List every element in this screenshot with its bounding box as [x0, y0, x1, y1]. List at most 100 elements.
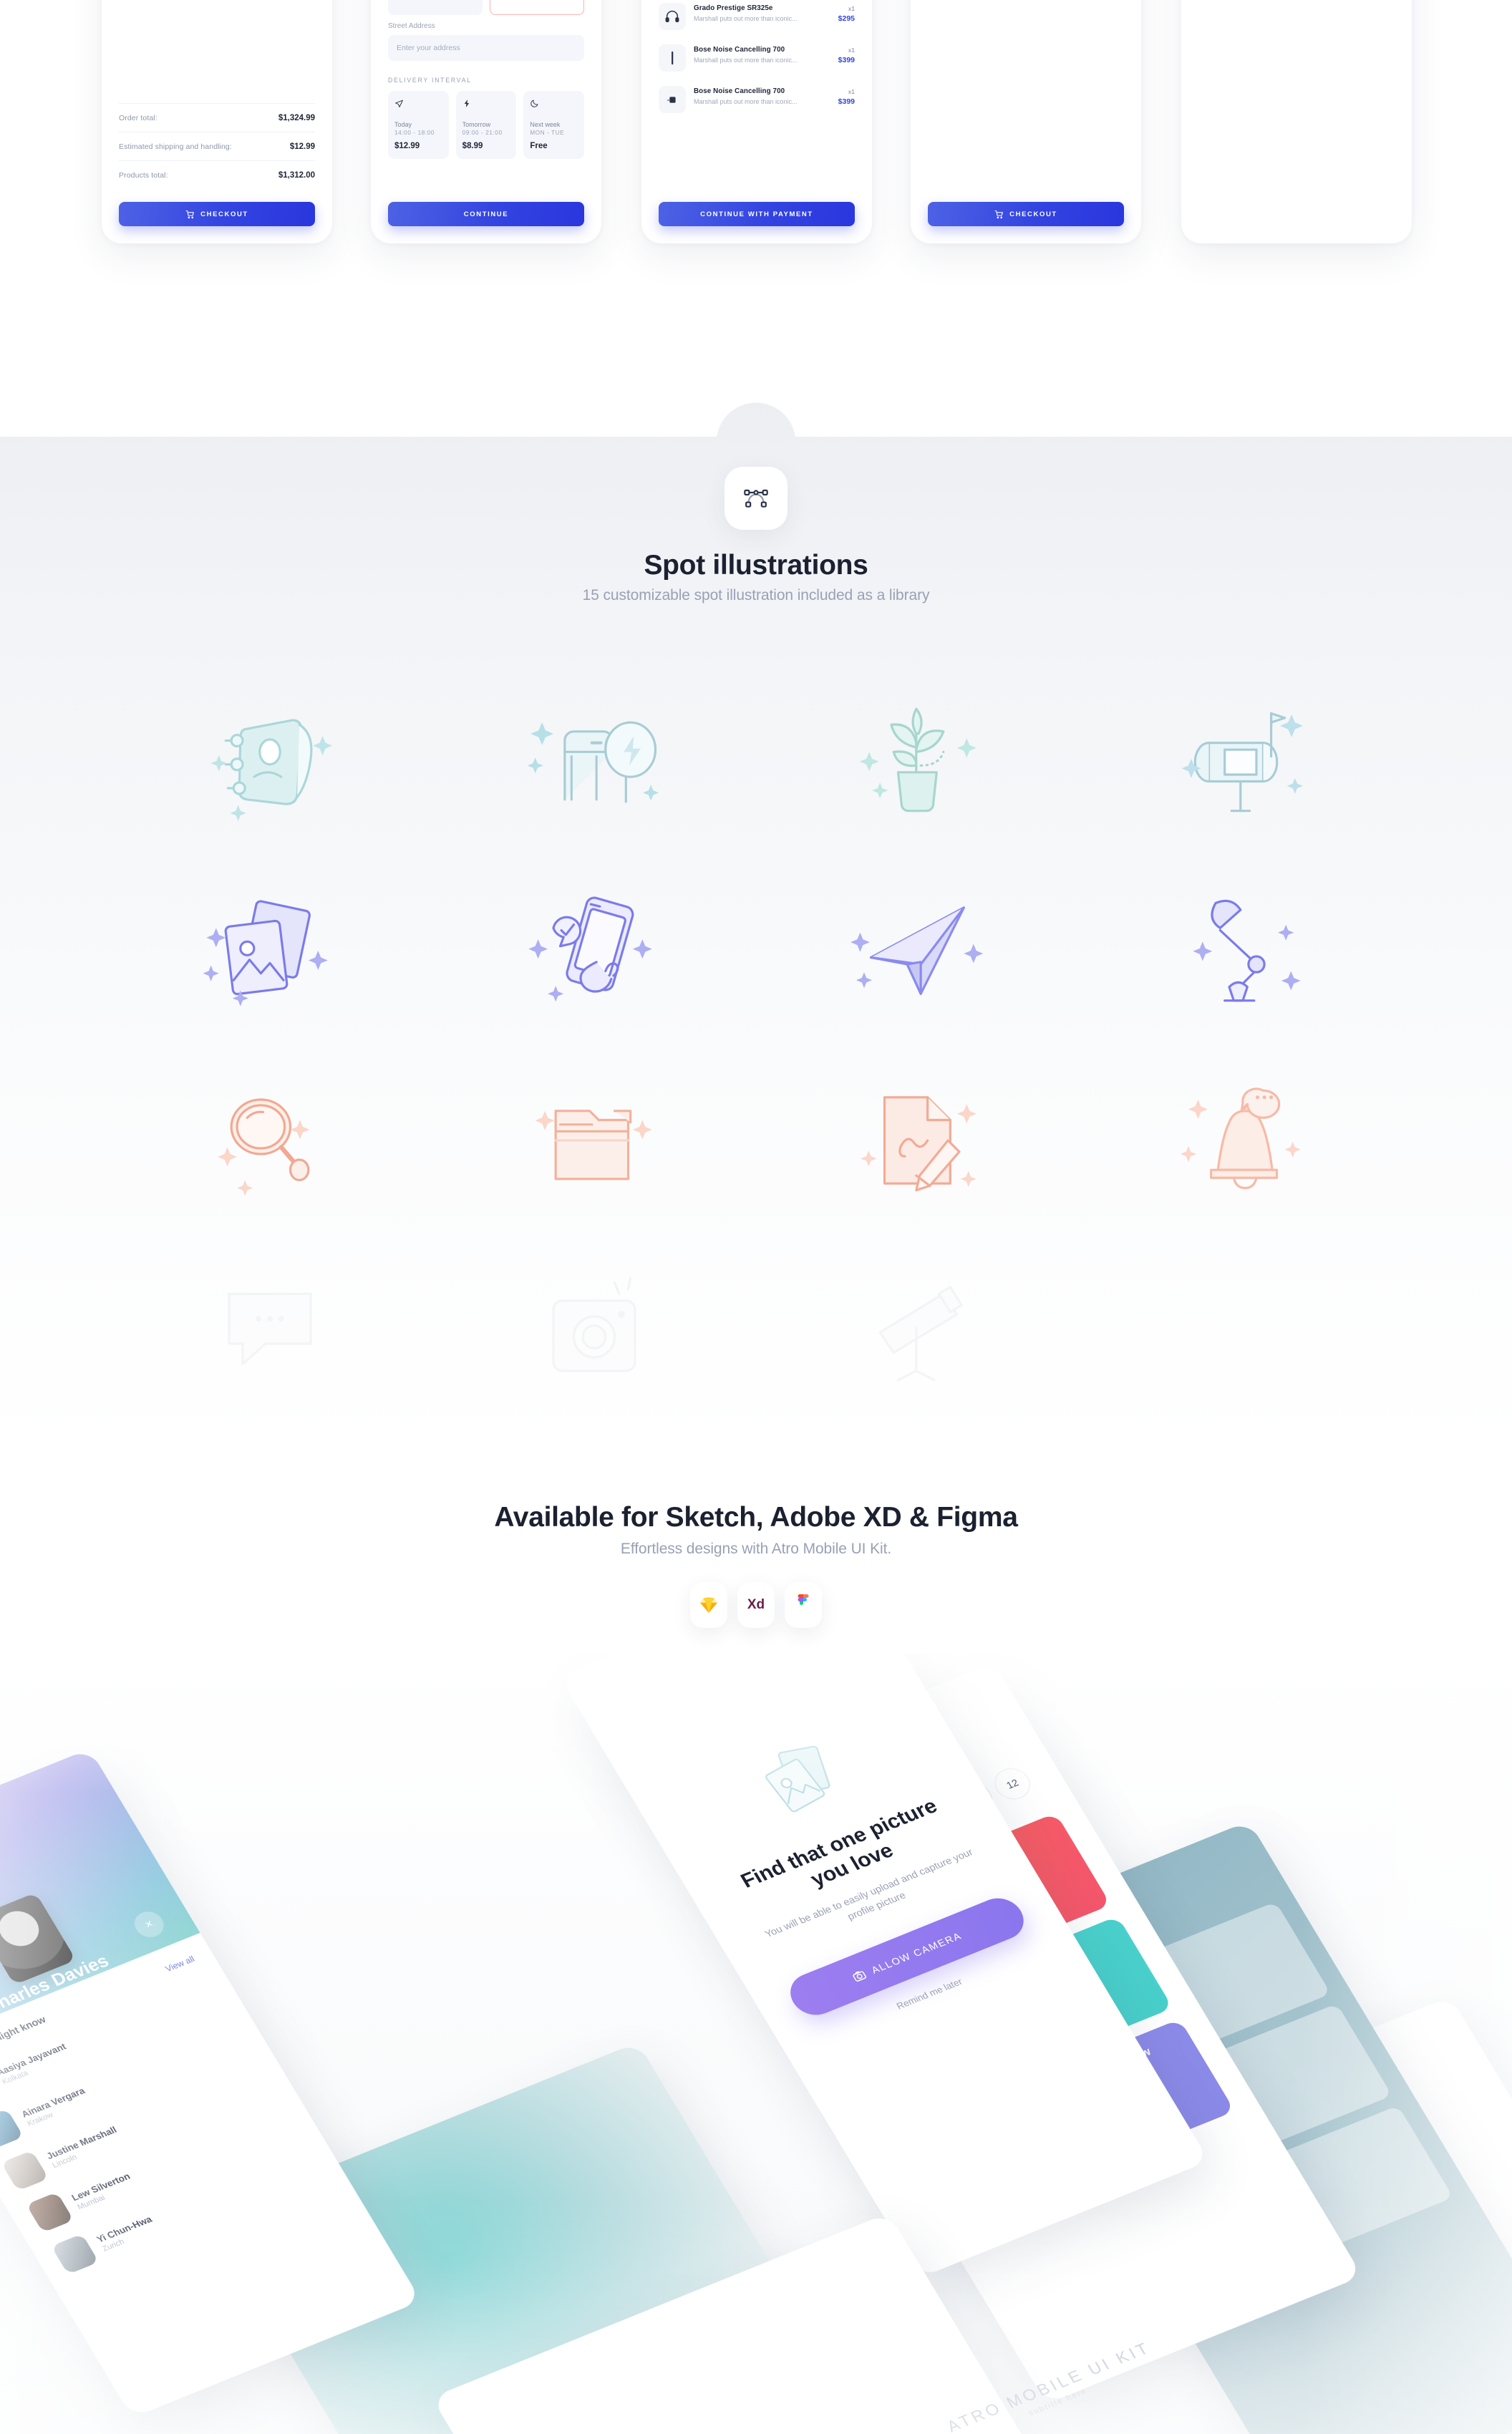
photos-stack-icon	[765, 1745, 830, 1813]
checkout-card-order-totals: Order total: $1,324.99 Estimated shippin…	[102, 0, 332, 243]
delivery-interval-options: Today 14:00 - 18:00 $12.99 Tomorrow 09:0…	[388, 90, 585, 159]
interval-title: Tomorrow	[462, 120, 491, 128]
first-name-input[interactable]	[388, 0, 483, 15]
continue-button[interactable]: CONTINUE	[388, 202, 584, 226]
illustration-telescope[interactable]	[756, 1235, 1080, 1425]
product-pricing: x1 $399	[838, 86, 855, 106]
illustration-phone-tap[interactable]	[432, 855, 756, 1045]
send-icon	[394, 99, 442, 110]
product-desc: Marshall puts out more than iconic...	[694, 98, 798, 105]
cart-icon	[994, 210, 1004, 218]
avatar	[0, 2108, 24, 2150]
illustration-grid	[107, 666, 1405, 1425]
adobe-xd-logo-chip[interactable]: Xd	[737, 1582, 775, 1628]
figma-logo	[798, 1594, 809, 1605]
availability-title: Available for Sketch, Adobe XD & Figma	[494, 1502, 1018, 1533]
illustration-photos-stack[interactable]	[107, 855, 432, 1045]
illustration-signature-document[interactable]	[756, 1045, 1080, 1235]
product-info: Bose Noise Cancelling 700 Marshall puts …	[694, 86, 830, 105]
interval-time: 09:00 - 21:00	[462, 130, 503, 136]
checkout-button[interactable]: CHECKOUT	[928, 202, 1124, 226]
design-tool-logos: Xd	[0, 1582, 1512, 1628]
checkout-card-cart-products: Grado Prestige SR325e Marshall puts out …	[641, 0, 872, 243]
sketch-logo	[700, 1597, 717, 1613]
total-label: Products total:	[119, 171, 168, 180]
interval-price: $12.99	[394, 142, 420, 150]
allow-camera-label: ALLOW CAMERA	[869, 1930, 964, 1976]
illustration-magnifier[interactable]	[107, 1045, 432, 1235]
illustration-desk-lamp[interactable]	[1080, 855, 1405, 1045]
name-fields-row	[388, 0, 584, 15]
bolt-icon	[462, 99, 510, 110]
illustration-placeholder	[1080, 1235, 1405, 1425]
interval-title: Next week	[530, 120, 561, 128]
person-info: Justine Marshall Lincoln	[44, 2124, 124, 2169]
product-qty: x1	[848, 88, 855, 95]
product-row[interactable]: Bose Noise Cancelling 700 Marshall puts …	[659, 37, 855, 79]
illustration-charging-station[interactable]	[432, 666, 756, 855]
spot-section-title: Spot illustrations	[644, 550, 868, 581]
product-qty: x1	[848, 5, 855, 12]
interval-title: Today	[394, 120, 412, 128]
continue-with-payment-button[interactable]: CONTINUE WITH PAYMENT	[659, 202, 855, 226]
soundbar-icon	[659, 44, 686, 72]
checkout-button[interactable]: CHECKOUT	[119, 202, 315, 226]
product-name: Bose Noise Cancelling 700	[694, 87, 785, 95]
product-row[interactable]: Bose Noise Cancelling 700 Marshall puts …	[659, 79, 855, 120]
illustration-camera[interactable]	[432, 1235, 756, 1425]
interval-time: 14:00 - 18:00	[394, 130, 435, 136]
checkout-button-label: CHECKOUT	[1009, 210, 1057, 218]
close-icon[interactable]: ×	[129, 1907, 169, 1941]
checkout-card-delivery-form: Street Address Enter your address DELIVE…	[371, 0, 601, 243]
total-value: $1,324.99	[278, 114, 315, 122]
total-label: Order total:	[119, 114, 158, 122]
total-label: Estimated shipping and handling:	[119, 142, 232, 151]
sketch-logo-chip[interactable]	[690, 1582, 727, 1628]
checkout-card-empty: CHECKOUT	[911, 0, 1141, 243]
product-price: $399	[838, 56, 855, 64]
interval-price: $8.99	[462, 142, 483, 150]
last-name-input-error[interactable]	[490, 0, 584, 15]
illustration-chat-bubble[interactable]	[107, 1235, 432, 1425]
checkout-card-order-summary: your order details below. ORDER SUMMARY …	[1181, 0, 1412, 243]
person-info: Ainara Vergara Krakow	[19, 2085, 92, 2128]
view-all-link[interactable]: View all	[163, 1954, 196, 1974]
spot-section-subtitle: 15 customizable spot illustration includ…	[582, 587, 930, 603]
mockup-phone-profile: × Charles Davies San Francisco, Californ…	[0, 1748, 422, 2418]
illustration-notification-bell[interactable]	[1080, 1045, 1405, 1235]
product-desc: Marshall puts out more than iconic...	[694, 57, 798, 64]
spot-section-badge	[724, 467, 788, 530]
product-info: Grado Prestige SR325e Marshall puts out …	[694, 3, 830, 22]
product-pricing: x1 $295	[838, 3, 855, 23]
camera-icon	[853, 1971, 867, 1982]
figma-logo-chip[interactable]	[785, 1582, 822, 1628]
illustration-paper-plane[interactable]	[756, 855, 1080, 1045]
interval-option-next-week[interactable]: Next week MON - TUE Free	[523, 90, 585, 159]
interval-price: Free	[530, 142, 548, 150]
interval-time: MON - TUE	[530, 130, 565, 136]
delivery-interval-label: DELIVERY INTERVAL	[388, 76, 472, 84]
person-info: Aasiya Jayavant Kolkata	[0, 2041, 73, 2086]
checkout-cards-section: Order total: $1,324.99 Estimated shippin…	[0, 0, 1512, 387]
moon-icon	[530, 99, 578, 110]
product-name: Bose Noise Cancelling 700	[694, 46, 785, 54]
street-address-input[interactable]: Enter your address	[388, 34, 584, 61]
product-price: $295	[838, 14, 855, 23]
product-qty: x1	[848, 47, 855, 54]
illustration-potted-plant[interactable]	[756, 666, 1080, 855]
illustration-folder[interactable]	[432, 1045, 756, 1235]
product-name: Grado Prestige SR325e	[694, 4, 773, 12]
product-desc: Marshall puts out more than iconic...	[694, 15, 798, 22]
avatar	[1, 2150, 49, 2191]
checkout-button-label: CHECKOUT	[200, 210, 248, 218]
product-row[interactable]: Grado Prestige SR325e Marshall puts out …	[659, 0, 855, 37]
calendar-day[interactable]: 12	[988, 1763, 1037, 1805]
illustration-mailbox[interactable]	[1080, 666, 1405, 855]
total-row: Products total: $1,312.00	[119, 160, 315, 189]
headphones-icon	[659, 3, 686, 30]
interval-option-tomorrow[interactable]: Tomorrow 09:00 - 21:00 $8.99	[455, 90, 517, 159]
illustration-monster-face[interactable]	[107, 666, 432, 855]
interval-option-today[interactable]: Today 14:00 - 18:00 $12.99	[388, 90, 449, 159]
product-list: Grado Prestige SR325e Marshall puts out …	[659, 0, 855, 120]
